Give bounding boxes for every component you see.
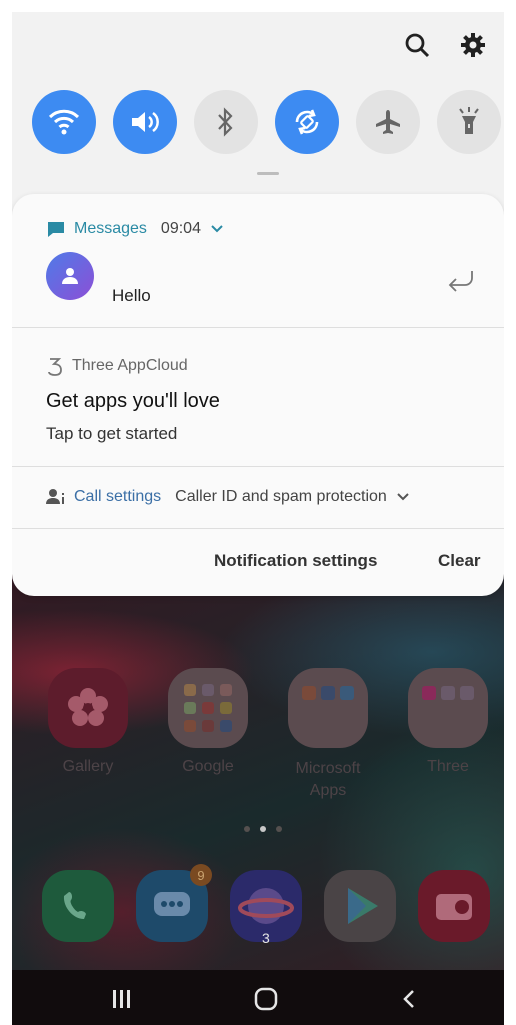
- messages-badge: 9: [190, 864, 212, 886]
- sound-toggle[interactable]: [113, 90, 177, 154]
- appcloud-subtitle[interactable]: Tap to get started: [46, 424, 177, 444]
- divider: [12, 327, 504, 328]
- back-icon: [403, 990, 414, 1008]
- notification-time: 09:04: [160, 220, 201, 237]
- chevron-down-icon[interactable]: [395, 491, 411, 503]
- app-gallery[interactable]: [48, 668, 128, 748]
- person-icon: [62, 268, 78, 284]
- notification-app-name: Messages: [74, 220, 147, 237]
- wifi-toggle[interactable]: [32, 90, 96, 154]
- call-settings-notification[interactable]: Call settings Caller ID and spam protect…: [46, 488, 411, 506]
- search-button[interactable]: [400, 28, 434, 62]
- settings-button[interactable]: [456, 28, 490, 62]
- gallery-icon: [68, 688, 108, 726]
- divider: [12, 466, 504, 467]
- reply-icon: [448, 271, 473, 292]
- quick-settings-row: [32, 90, 502, 154]
- message-text[interactable]: Hello: [112, 286, 151, 306]
- back-button[interactable]: [390, 984, 430, 1014]
- panel-handle[interactable]: [257, 172, 279, 175]
- recent-apps-button[interactable]: [102, 984, 142, 1014]
- home-button[interactable]: [246, 984, 286, 1014]
- airplane-icon: [376, 110, 400, 134]
- search-icon: [405, 33, 430, 58]
- app-label-google: Google: [182, 758, 234, 775]
- page-dot: [276, 826, 282, 832]
- bluetooth-icon: [218, 107, 233, 137]
- play-store-icon: [348, 888, 378, 924]
- wifi-icon: [48, 109, 80, 135]
- chevron-down-icon[interactable]: [209, 223, 225, 235]
- notification-app-name: Call settings: [74, 488, 162, 505]
- quick-panel-actions: [400, 28, 490, 62]
- home-icon: [254, 987, 278, 1011]
- messages-notification-header[interactable]: Messages 09:04: [46, 220, 225, 238]
- gear-icon: [461, 33, 485, 57]
- airplane-toggle[interactable]: [356, 90, 420, 154]
- recent-apps-icon: [113, 990, 130, 1008]
- bluetooth-toggle[interactable]: [194, 90, 258, 154]
- dock-phone[interactable]: [42, 870, 114, 942]
- caller-id-icon: [46, 489, 64, 504]
- microsoft-folder-icon: [302, 686, 354, 700]
- dock-play-store[interactable]: [324, 870, 396, 942]
- dock-camera[interactable]: [418, 870, 490, 942]
- avatar: [46, 252, 94, 300]
- phone-screen: Gallery Google Microsoft Apps Three 9 3 …: [12, 12, 504, 1025]
- notification-text: Caller ID and spam protection: [175, 488, 387, 505]
- page-count: 3: [262, 930, 270, 946]
- appcloud-title[interactable]: Get apps you'll love: [46, 390, 220, 413]
- camera-icon: [436, 894, 472, 920]
- messages-app-icon: [48, 222, 64, 237]
- notification-settings-button[interactable]: Notification settings: [214, 551, 377, 571]
- flashlight-toggle[interactable]: [437, 90, 501, 154]
- google-folder-icon: [184, 684, 232, 732]
- auto-rotate-toggle[interactable]: [275, 90, 339, 154]
- flashlight-icon: [459, 107, 479, 134]
- three-logo-icon: [48, 358, 62, 376]
- page-indicator: [244, 826, 282, 832]
- app-label-microsoft: Microsoft Apps: [295, 760, 361, 799]
- page-dot-active: [260, 826, 266, 832]
- reply-button[interactable]: [446, 268, 476, 299]
- divider: [12, 528, 504, 529]
- app-label-gallery: Gallery: [62, 758, 114, 775]
- rotate-icon: [295, 109, 319, 135]
- appcloud-notification-header[interactable]: Three AppCloud: [46, 356, 188, 376]
- app-label-three: Three: [427, 758, 469, 775]
- page-dot: [244, 826, 250, 832]
- phone-icon: [63, 892, 86, 919]
- app-microsoft[interactable]: [288, 668, 368, 748]
- clear-button[interactable]: Clear: [438, 551, 481, 571]
- volume-icon: [132, 111, 159, 133]
- app-three[interactable]: [408, 668, 488, 748]
- notification-app-name: Three AppCloud: [72, 357, 188, 374]
- three-folder-icon: [422, 686, 474, 700]
- app-google[interactable]: [168, 668, 248, 748]
